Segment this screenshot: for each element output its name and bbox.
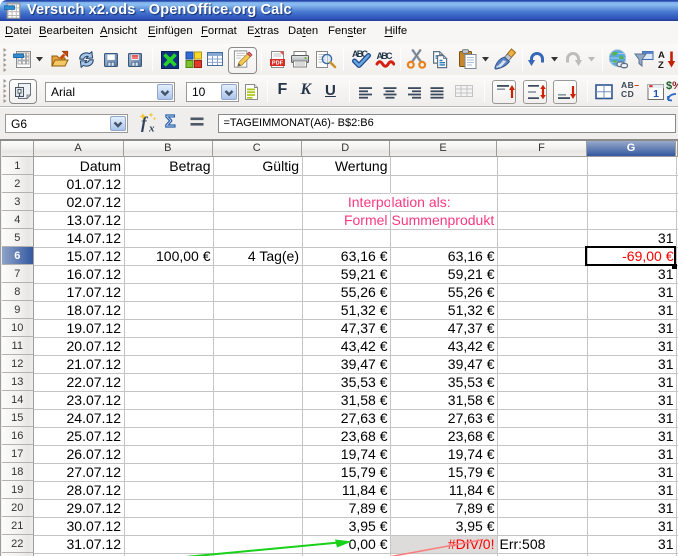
svg-text:PDF: PDF xyxy=(272,61,284,67)
svg-text:Σ: Σ xyxy=(165,111,176,131)
svg-text:1: 1 xyxy=(653,88,659,100)
svg-text:x: x xyxy=(148,123,155,134)
svg-text:Z: Z xyxy=(658,60,664,69)
svg-text:ABC: ABC xyxy=(377,51,394,61)
